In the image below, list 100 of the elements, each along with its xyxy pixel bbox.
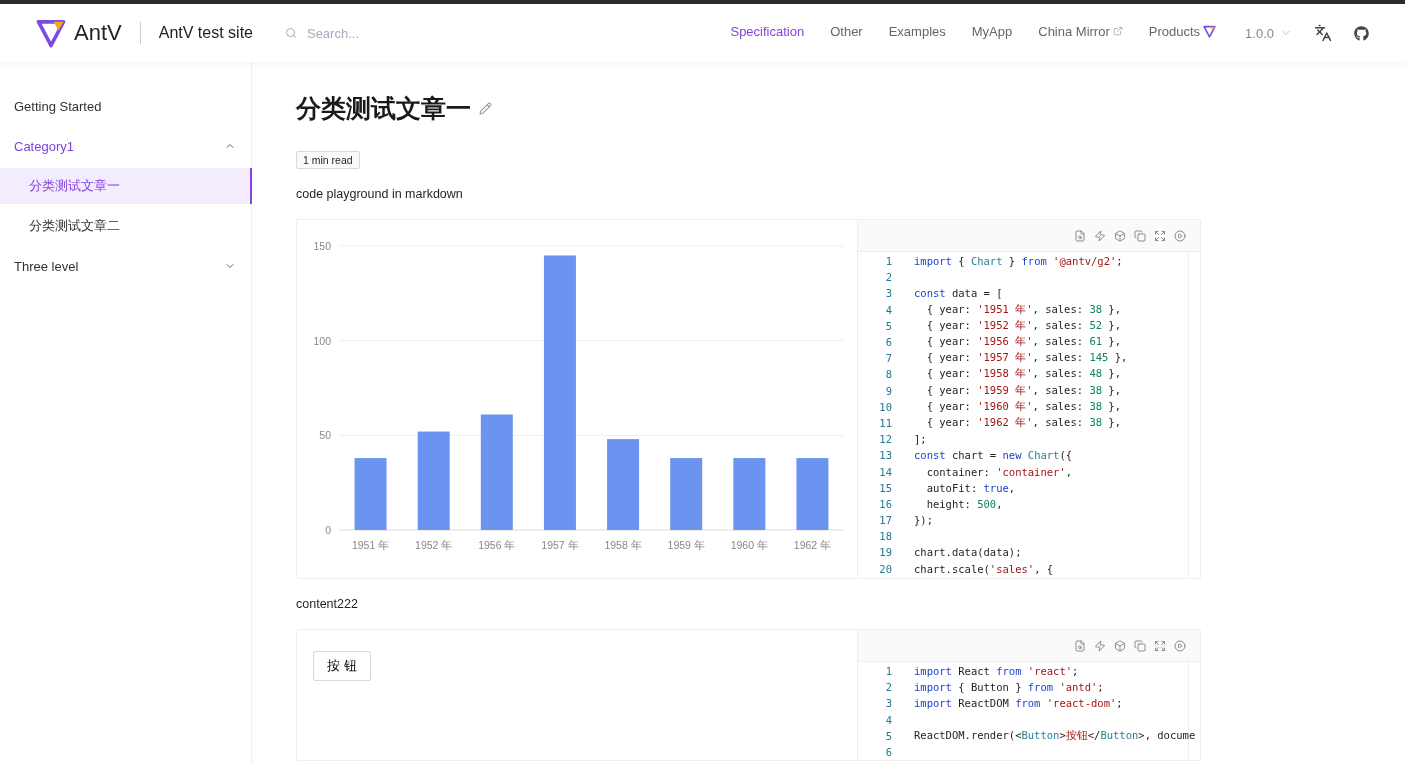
line-number: 19 [878,546,892,559]
line-number: 6 [884,336,892,349]
line-number: 5 [884,319,892,332]
article-title: 分类测试文章一 [296,93,471,124]
expand-icon[interactable] [1154,639,1166,652]
sidebar-item[interactable]: 分类测试文章二 [0,208,252,244]
code-line: container: 'container', [925,465,1073,478]
demo-button[interactable]: 按 钮 [313,651,371,681]
sidebar-item[interactable]: Category1 [0,128,252,164]
edit-icon[interactable] [479,102,492,115]
lightning-icon[interactable] [1094,639,1106,652]
copy-icon[interactable] [1134,229,1146,242]
copy-icon[interactable] [1134,639,1146,652]
sidebar-item[interactable]: Getting Started [0,88,252,124]
version-select[interactable]: 1.0.0 [1245,4,1292,62]
axis-label: 1962 年 [793,539,832,551]
sidebar-label: Three level [14,258,79,274]
line-number: 11 [878,416,892,429]
nav-link[interactable]: China Mirror [1025,0,1136,62]
axis-label: 1951 年 [351,539,390,551]
code-line: const chart = new Chart({ [914,449,1073,462]
axis-label: 1956 年 [478,539,516,551]
axis-label: 1958 年 [604,539,642,551]
code-line: ReactDOM.render(<Button>按钮</Button>, docume [914,728,1196,743]
code-line: import { Button } from 'antd'; [914,681,1104,694]
code-line: autoFit: true, [925,481,1016,494]
axis-label: 1957 年 [541,539,579,551]
code-line: { year: '1962 年', sales: 38 }, [925,415,1121,430]
lightning-icon[interactable] [1094,229,1106,242]
code-line: { year: '1959 年', sales: 38 }, [925,383,1121,398]
paragraph: content222 [296,597,359,611]
line-number: 9 [884,384,892,397]
logo-icon [1203,24,1217,38]
search-icon [284,27,297,39]
antv-logo-icon [36,18,66,48]
line-number: 2 [884,681,892,694]
line-number: 3 [884,287,892,300]
axis-label: 1952 年 [415,539,453,551]
line-number: 12 [878,433,892,446]
code-line: import { Chart } from '@antv/g2'; [914,255,1123,268]
line-number: 14 [878,465,892,478]
line-number: 15 [878,481,892,494]
code-line: chart.scale('sales', { [914,562,1054,575]
code-line: { year: '1960 年', sales: 38 }, [925,399,1121,414]
line-number: 18 [878,530,892,543]
line-number: 2 [884,271,892,284]
external-link-icon [1112,26,1123,36]
code-line: { year: '1951 年', sales: 38 }, [925,302,1121,317]
site-title: AntV test site [158,24,253,42]
paragraph: code playground in markdown [296,187,464,201]
line-number: 7 [884,352,892,365]
bar [670,458,703,530]
line-number: 17 [878,514,892,527]
line-number: 4 [884,303,892,316]
logo-text: AntV [74,20,122,46]
line-number: 16 [878,497,892,510]
cube-icon[interactable] [1114,229,1126,242]
code-line: chart.data(data); [914,546,1022,559]
line-number: 13 [878,449,892,462]
cube-icon[interactable] [1114,639,1126,652]
code-line: import React from 'react'; [914,665,1079,678]
bar [796,458,829,530]
bar [733,458,766,530]
document-search-icon[interactable] [1074,639,1086,652]
axis-label: 0 [325,524,331,536]
play-icon[interactable] [1174,229,1186,242]
nav-link[interactable]: Examples [875,0,959,62]
line-number: 6 [884,746,892,759]
nav-link[interactable]: Products [1135,0,1230,62]
nav-link[interactable]: MyApp [958,0,1026,62]
sidebar-item[interactable]: Three level [0,248,252,284]
axis-label: 1959 年 [667,539,705,551]
nav-link[interactable]: Specification [717,0,818,62]
line-number: 3 [884,697,892,710]
axis-label: 50 [319,429,331,442]
axis-label: 150 [313,240,331,252]
line-number: 10 [878,400,892,413]
read-time-tag: 1 min read [296,151,360,169]
code-line: const data = [ [914,287,1003,300]
code-line: ]; [914,433,927,446]
bar [354,458,387,530]
document-search-icon[interactable] [1074,229,1086,242]
code-line: height: 500, [925,497,1003,510]
axis-label: 1960 年 [730,539,768,551]
line-number: 8 [884,368,892,381]
code-line: { year: '1958 年', sales: 48 }, [925,367,1121,382]
sidebar-item[interactable]: 分类测试文章一 [0,168,252,204]
line-number: 5 [884,729,892,742]
axis-label: 100 [313,334,331,347]
line-number: 1 [884,255,892,268]
expand-icon[interactable] [1154,229,1166,242]
nav-link[interactable]: Other [817,0,876,62]
code-line: { year: '1957 年', sales: 145 }, [925,351,1128,366]
code-line: { year: '1956 年', sales: 61 }, [925,335,1121,350]
sidebar-label: Category1 [14,138,74,154]
code-line: }); [914,514,933,527]
line-number: 1 [884,665,892,678]
line-number: 20 [878,562,892,575]
play-icon[interactable] [1174,639,1186,652]
code-line: { year: '1952 年', sales: 52 }, [925,318,1121,333]
